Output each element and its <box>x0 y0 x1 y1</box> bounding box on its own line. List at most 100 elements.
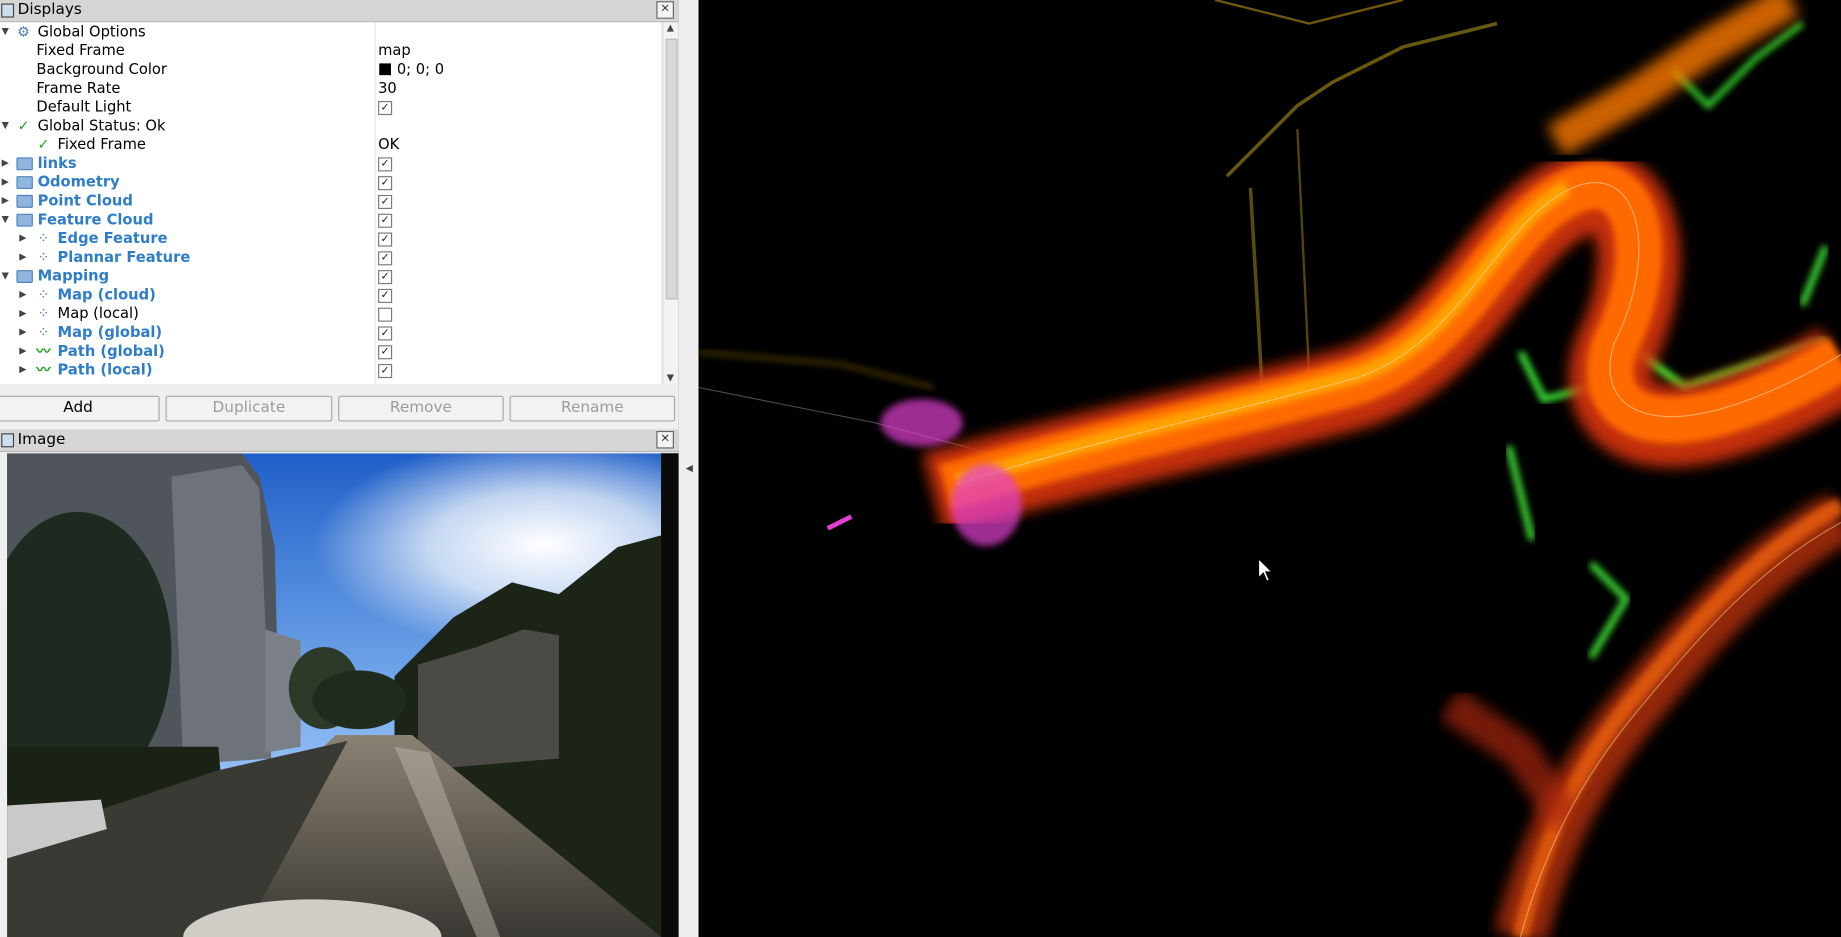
color-swatch[interactable] <box>379 63 391 76</box>
tree-row-map-local[interactable]: ▶ ⁘ Map (local) <box>0 304 661 323</box>
tree-label: Default Light <box>36 97 132 116</box>
tree-row-odometry[interactable]: ▶ Odometry ✓ <box>0 173 661 192</box>
tree-label: Frame Rate <box>36 78 121 97</box>
rename-button[interactable]: Rename <box>509 395 676 422</box>
tree-label: Global Options <box>37 22 146 40</box>
map-global-checkbox[interactable]: ✓ <box>378 326 393 341</box>
tree-label: Path (global) <box>57 341 165 360</box>
tree-scrollbar[interactable]: ▲ ▼ <box>662 22 678 384</box>
folder-icon <box>16 194 33 208</box>
path-icon: 〰 <box>36 361 51 379</box>
default-light-checkbox[interactable]: ✓ <box>378 100 393 116</box>
tree-row-plannar-feature[interactable]: ▶ ⁘ Plannar Feature ✓ <box>0 248 661 267</box>
frame-rate-value[interactable]: 30 <box>378 79 397 98</box>
scroll-up-icon[interactable]: ▲ <box>665 22 677 34</box>
tree-row-global-status[interactable]: ▼ ✓ Global Status: Ok <box>0 116 661 135</box>
feature-cloud-checkbox[interactable]: ✓ <box>378 213 393 228</box>
tree-row-edge-feature[interactable]: ▶ ⁘ Edge Feature ✓ <box>0 229 661 248</box>
displays-title-bar: Displays × <box>0 0 679 23</box>
map-cloud-checkbox[interactable]: ✓ <box>378 288 393 303</box>
tree-label: Fixed Frame <box>36 41 125 59</box>
expand-icon[interactable]: ▶ <box>18 248 29 267</box>
collapse-arrow-icon[interactable]: ◀ <box>686 463 693 474</box>
close-icon[interactable]: × <box>656 430 674 449</box>
tree-label: Path (local) <box>57 360 153 379</box>
tree-label: Mapping <box>37 266 110 285</box>
tree-row-links[interactable]: ▶ links ✓ <box>0 154 661 173</box>
path-local-checkbox[interactable]: ✓ <box>378 363 393 379</box>
tree-label: links <box>37 153 77 172</box>
expand-icon[interactable]: ▶ <box>18 323 29 342</box>
path-global-checkbox[interactable]: ✓ <box>378 345 393 360</box>
image-title-bar: Image × <box>0 429 679 453</box>
camera-scene <box>7 453 662 937</box>
tree-label: Global Status: Ok <box>37 116 166 134</box>
mapping-checkbox[interactable]: ✓ <box>378 270 393 285</box>
tree-row-mapping[interactable]: ▼ Mapping ✓ <box>0 267 661 286</box>
points-icon: ⁘ <box>37 286 50 303</box>
expand-icon[interactable]: ▶ <box>18 229 29 248</box>
gear-icon: ⚙ <box>17 23 30 40</box>
displays-panel: Displays × ▼ ⚙ Global Options Fixed Fram… <box>0 0 679 430</box>
folder-icon <box>16 270 33 283</box>
folder-icon <box>16 176 33 190</box>
tree-label: Map (local) <box>57 304 139 322</box>
tree-label: Background Color <box>36 59 167 78</box>
tree-row-frame-rate[interactable]: Frame Rate 30 <box>0 79 661 98</box>
expand-icon[interactable]: ▶ <box>18 285 29 304</box>
expand-icon[interactable]: ▶ <box>0 173 11 192</box>
tree-row-map-global[interactable]: ▶ ⁘ Map (global) ✓ <box>0 323 661 342</box>
tree-row-feature-cloud[interactable]: ▼ Feature Cloud ✓ <box>0 210 661 229</box>
fixed-frame-status-value: OK <box>378 135 400 153</box>
tree-row-fixed-frame[interactable]: Fixed Frame map <box>0 41 661 60</box>
collapse-icon[interactable]: ▼ <box>0 116 11 135</box>
tree-row-point-cloud[interactable]: ▶ Point Cloud ✓ <box>0 191 661 210</box>
remove-button[interactable]: Remove <box>338 395 504 422</box>
plannar-feature-checkbox[interactable]: ✓ <box>378 251 393 266</box>
panel-splitter[interactable]: ◀ <box>678 0 699 937</box>
displays-title: Displays <box>17 1 82 19</box>
tree-label: Feature Cloud <box>37 210 154 228</box>
close-icon[interactable]: × <box>656 1 674 19</box>
expand-icon[interactable]: ▶ <box>0 191 11 210</box>
displays-tree: ▼ ⚙ Global Options Fixed Frame map Backg… <box>0 22 662 384</box>
points-icon: ⁘ <box>37 248 50 266</box>
tree-row-fixed-frame-status[interactable]: ✓ Fixed Frame OK <box>0 135 661 154</box>
scrollbar-thumb[interactable] <box>665 38 678 300</box>
expand-icon[interactable]: ▶ <box>18 360 29 379</box>
odometry-checkbox[interactable]: ✓ <box>378 176 393 191</box>
current-scan <box>826 399 1022 546</box>
tree-row-default-light[interactable]: Default Light ✓ <box>0 97 661 116</box>
point-cloud-checkbox[interactable]: ✓ <box>378 194 393 210</box>
check-icon: ✓ <box>37 136 50 153</box>
folder-icon <box>16 157 33 171</box>
collapse-icon[interactable]: ▼ <box>0 22 11 41</box>
check-icon: ✓ <box>17 117 30 134</box>
fixed-frame-value[interactable]: map <box>378 41 411 60</box>
add-button[interactable]: Add <box>0 395 160 422</box>
edge-feature-checkbox[interactable]: ✓ <box>378 232 393 247</box>
links-checkbox[interactable]: ✓ <box>378 157 393 172</box>
tree-row-background-color[interactable]: Background Color 0; 0; 0 <box>0 60 661 79</box>
tree-label: Map (global) <box>57 322 163 341</box>
background-color-value[interactable]: 0; 0; 0 <box>397 60 444 79</box>
expand-icon[interactable]: ▶ <box>0 154 11 173</box>
tree-row-global-options[interactable]: ▼ ⚙ Global Options <box>0 22 661 41</box>
displays-button-bar: Add Duplicate Remove Rename <box>0 387 679 430</box>
duplicate-button[interactable]: Duplicate <box>165 395 333 422</box>
tree-row-path-local[interactable]: ▶ 〰 Path (local) ✓ <box>0 360 661 379</box>
scroll-down-icon[interactable]: ▼ <box>665 372 677 384</box>
tree-label: Odometry <box>37 172 120 191</box>
render-viewport[interactable] <box>698 0 1841 937</box>
column-divider <box>374 22 376 384</box>
collapse-icon[interactable]: ▼ <box>0 210 11 229</box>
expand-icon[interactable]: ▶ <box>18 304 29 323</box>
expand-icon[interactable]: ▶ <box>18 342 29 361</box>
map-local-checkbox[interactable] <box>378 307 393 322</box>
point-cloud-map <box>698 0 1841 937</box>
tree-row-path-global[interactable]: ▶ 〰 Path (global) ✓ <box>0 342 661 361</box>
collapse-icon[interactable]: ▼ <box>0 267 11 286</box>
tree-row-map-cloud[interactable]: ▶ ⁘ Map (cloud) ✓ <box>0 285 661 304</box>
points-icon: ⁘ <box>37 324 50 341</box>
tree-label: Point Cloud <box>37 191 133 210</box>
